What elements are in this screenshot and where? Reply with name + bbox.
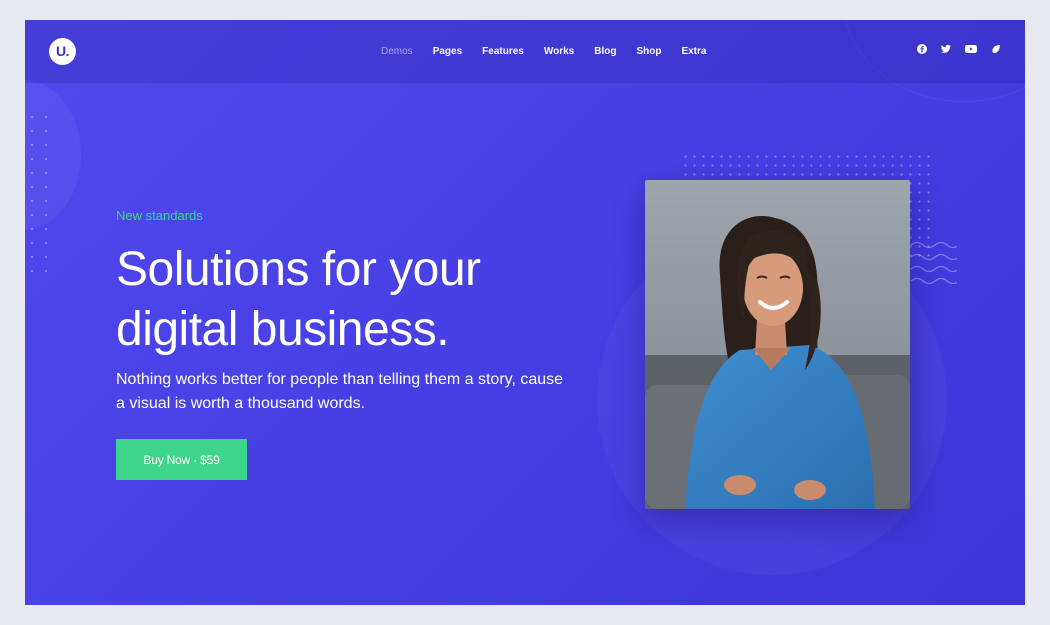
decorative-waves (910, 241, 957, 285)
nav-item-extra[interactable]: Extra (671, 46, 716, 57)
hero-section: U. Demos Pages Features Works Blog Shop … (25, 20, 1025, 605)
hero-eyebrow: New standards (116, 208, 203, 223)
nav-item-blog[interactable]: Blog (584, 46, 626, 57)
nav-item-demos[interactable]: Demos (371, 46, 423, 57)
twitter-icon[interactable] (941, 44, 951, 54)
social-links (917, 44, 1001, 54)
youtube-icon[interactable] (965, 44, 977, 54)
facebook-icon[interactable] (917, 44, 927, 54)
nav-item-pages[interactable]: Pages (423, 46, 472, 57)
site-logo[interactable]: U. (49, 38, 76, 65)
leaf-icon[interactable] (991, 44, 1001, 54)
nav-item-works[interactable]: Works (534, 46, 584, 57)
nav-item-features[interactable]: Features (472, 46, 534, 57)
woman-portrait-image (645, 180, 910, 509)
hero-headline: Solutions for your digital business. (116, 243, 481, 356)
site-header: U. Demos Pages Features Works Blog Shop … (25, 20, 1025, 83)
buy-now-button[interactable]: Buy Now · $59 (116, 439, 247, 480)
hero-photo (645, 180, 910, 509)
decorative-dot-pattern (25, 110, 53, 280)
hero-lead-text: Nothing works better for people than tel… (116, 371, 564, 412)
nav-item-shop[interactable]: Shop (626, 46, 671, 57)
main-nav: Demos Pages Features Works Blog Shop Ext… (371, 20, 716, 83)
